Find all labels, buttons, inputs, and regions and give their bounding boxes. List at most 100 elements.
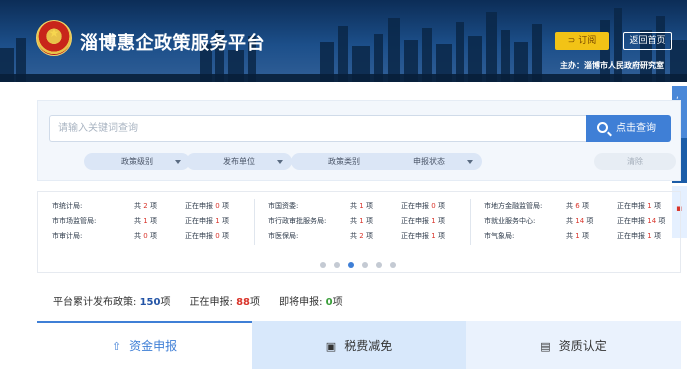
site-header: ★ 淄博惠企政策服务平台 ⊃ 订阅 返回首页 主办：淄博市人民政府研究室 — [0, 0, 687, 82]
active-prefix: 正在申报 — [617, 232, 645, 240]
active-value: 1 — [431, 232, 436, 240]
carousel-pagination — [320, 262, 400, 270]
carousel-dot-active[interactable] — [348, 262, 354, 268]
dept-name: 市地方金融监管局: — [484, 202, 543, 210]
tab-label: 税费减免 — [344, 339, 393, 353]
unit: 项 — [365, 217, 373, 225]
filter-publisher[interactable]: 发布单位 — [186, 153, 292, 170]
active-value: 0 — [215, 202, 220, 210]
tab-label: 资金申报 — [129, 339, 178, 353]
upcoming-count: 0 — [325, 297, 333, 308]
unit: 项 — [437, 232, 445, 240]
unit: 项 — [653, 232, 661, 240]
total-value: 14 — [575, 217, 585, 225]
total-prefix: 共 — [566, 232, 573, 240]
dept-name: 市医保局: — [268, 232, 299, 240]
stat-row[interactable]: 市气象局: 共 1 项正在申报 1 项 — [484, 229, 684, 243]
active-prefix: 正在申报 — [185, 217, 213, 225]
total-count: 共 2 项 — [350, 229, 373, 243]
filter-policy-level[interactable]: 政策级别 — [84, 153, 190, 170]
active-value: 0 — [431, 202, 436, 210]
upcoming-label: 即将申报: — [279, 297, 323, 308]
upcoming-unit: 项 — [332, 297, 343, 308]
unit: 项 — [653, 202, 661, 210]
stat-row[interactable]: 市地方金融监管局: 共 6 项正在申报 1 项 — [484, 199, 684, 213]
national-emblem-logo: ★ — [36, 20, 72, 56]
filter-apply-status[interactable]: 申报状态 — [376, 153, 482, 170]
active-count: 正在申报 1 项 — [617, 229, 661, 243]
stat-row[interactable]: 市医保局: 共 2 项正在申报 1 项 — [268, 229, 468, 243]
dept-name: 市行政审批服务局: — [268, 217, 327, 225]
tab-qualification[interactable]: ▤ 资质认定 — [466, 321, 681, 369]
active-prefix: 正在申报 — [401, 232, 429, 240]
total-count: 共 6 项 — [566, 199, 589, 213]
active-prefix: 正在申报 — [617, 217, 645, 225]
total-value: 1 — [359, 202, 364, 210]
active-value: 1 — [647, 232, 652, 240]
active-prefix: 正在申报 — [401, 217, 429, 225]
total-count: 共 0 项 — [134, 229, 157, 243]
stat-row[interactable]: 市统计局: 共 2 项正在申报 0 项 — [52, 199, 252, 213]
carousel-dot[interactable] — [362, 262, 368, 268]
carousel-dot[interactable] — [376, 262, 382, 268]
unit: 项 — [365, 232, 373, 240]
category-tabs: ⇧ 资金申报 ▣ 税费减免 ▤ 资质认定 — [37, 321, 681, 369]
active-count: 正在申报 0 项 — [401, 199, 445, 213]
published-count: 150 — [139, 297, 161, 308]
carousel-dot[interactable] — [320, 262, 326, 268]
active-count: 正在申报 1 项 — [617, 199, 661, 213]
active-prefix: 正在申报 — [617, 202, 645, 210]
stat-row[interactable]: 市市场监管局: 共 1 项正在申报 1 项 — [52, 214, 252, 228]
filter-label: 政策级别 — [121, 157, 153, 166]
total-prefix: 共 — [134, 202, 141, 210]
total-value: 0 — [143, 232, 148, 240]
total-prefix: 共 — [350, 202, 357, 210]
total-prefix: 共 — [350, 217, 357, 225]
unit: 项 — [658, 217, 666, 225]
upload-icon: ⇧ — [111, 340, 122, 353]
tab-fund-application[interactable]: ⇧ 资金申报 — [37, 321, 252, 369]
carousel-dot[interactable] — [334, 262, 340, 268]
carousel-dot[interactable] — [390, 262, 396, 268]
active-count: 正在申报 1 项 — [401, 229, 445, 243]
dept-name: 市国资委: — [268, 202, 299, 210]
total-prefix: 共 — [566, 217, 573, 225]
back-home-button[interactable]: 返回首页 — [623, 32, 672, 50]
dept-name: 市市场监管局: — [52, 217, 97, 225]
certificate-icon: ▤ — [540, 340, 551, 353]
stat-row[interactable]: 市审计局: 共 0 项 正在申报 0 项 — [52, 229, 252, 243]
active-value: 0 — [215, 232, 220, 240]
search-input[interactable]: 请输入关键词查询 — [49, 115, 586, 142]
chevron-down-icon — [467, 160, 473, 164]
tab-label: 资质认定 — [558, 339, 607, 353]
stat-row[interactable]: 市行政审批服务局: 共 1 项正在申报 1 项 — [268, 214, 468, 228]
total-value: 6 — [575, 202, 580, 210]
unit: 项 — [221, 232, 229, 240]
dept-name: 市气象局: — [484, 232, 515, 240]
total-value: 1 — [359, 217, 364, 225]
unit: 项 — [149, 217, 157, 225]
subscribe-button[interactable]: ⊃ 订阅 — [555, 32, 609, 50]
host-label: 主办：淄博市人民政府研究室 — [560, 61, 664, 70]
published-unit: 项 — [160, 297, 171, 308]
unit: 项 — [437, 217, 445, 225]
total-count: 共 1 项 — [134, 214, 157, 228]
active-count: 正在申报 0 项 — [185, 229, 229, 243]
total-value: 2 — [359, 232, 364, 240]
filter-label: 发布单位 — [223, 157, 255, 166]
stat-row[interactable]: 市国资委: 共 1 项正在申报 0 项 — [268, 199, 468, 213]
unit: 项 — [221, 217, 229, 225]
total-prefix: 共 — [350, 232, 357, 240]
active-prefix: 正在申报 — [185, 232, 213, 240]
total-prefix: 共 — [566, 202, 573, 210]
search-button[interactable]: 点击查询 — [586, 115, 671, 142]
dept-name: 市审计局: — [52, 232, 83, 240]
stat-row[interactable]: 市就业服务中心: 共 14 项正在申报 14 项 — [484, 214, 684, 228]
clear-button[interactable]: 清除 — [594, 153, 676, 170]
chevron-down-icon — [175, 160, 181, 164]
search-button-label: 点击查询 — [616, 123, 656, 134]
tab-tax-relief[interactable]: ▣ 税费减免 — [252, 321, 466, 369]
total-count: 共 2 项 — [134, 199, 157, 213]
column-divider — [254, 199, 255, 245]
active-count: 正在申报 0 项 — [185, 199, 229, 213]
